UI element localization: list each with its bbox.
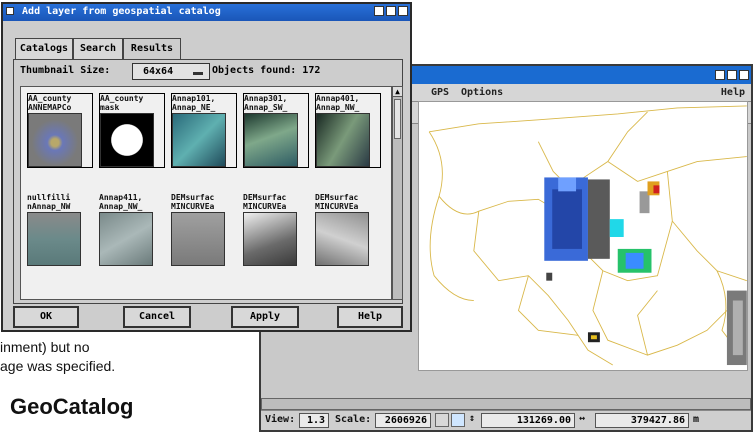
unit-label: m	[693, 414, 700, 425]
ok-button[interactable]: OK	[13, 306, 79, 328]
thumbnail-item[interactable]: DEMsurfac MINCURVEa	[315, 193, 381, 266]
thumbnail-image	[243, 212, 297, 266]
thumbnail-image	[28, 113, 82, 167]
thumbnail-caption-line1: DEMsurfac	[171, 193, 215, 202]
thumbnail-item[interactable]: DEMsurfac MINCURVEa	[243, 193, 309, 266]
y-coordinate-field[interactable]: 379427.86	[595, 413, 689, 428]
close-icon[interactable]	[398, 6, 408, 16]
thumbnail-caption-line2: Annap_NE_	[172, 103, 216, 112]
thumbnail-caption-line1: DEMsurfac	[315, 193, 359, 202]
dropdown-icon	[193, 72, 203, 75]
thumbnail-caption-line1: Annap101,	[172, 94, 216, 103]
objects-found-label: Objects found: 172	[212, 65, 321, 76]
close-icon[interactable]	[739, 70, 749, 80]
thumbnail-caption-line1: DEMsurfac	[243, 193, 287, 202]
thumbnail-caption-line1: nullfilli	[27, 193, 71, 202]
thumbnail-size-select[interactable]: 64x64	[132, 63, 210, 80]
thumbnail-image	[172, 113, 226, 167]
thumbnail-caption-line1: AA_county	[100, 94, 144, 103]
tab-catalogs[interactable]: Catalogs	[15, 38, 73, 60]
menu-options[interactable]: Options	[461, 87, 503, 98]
x-coordinate-field[interactable]: 131269.00	[481, 413, 575, 428]
maximize-icon[interactable]	[727, 70, 737, 80]
thumbnail-caption-line2: MINCURVEa	[171, 202, 215, 211]
thumbnail-item[interactable]: Annap401, Annap_NW_	[315, 93, 381, 168]
thumbnail-item[interactable]: AA_county ANNEMAPCo	[27, 93, 93, 168]
dialog-titlebar[interactable]: Add layer from geospatial catalog	[3, 4, 410, 21]
vertical-arrows-icon: ↕	[469, 413, 476, 424]
apply-button[interactable]: Apply	[231, 306, 299, 328]
thumbnail-image	[100, 113, 154, 167]
thumbnail-caption-line2: Annap_SW_	[244, 103, 288, 112]
doc-text-line-1: inment) but no	[0, 339, 90, 355]
thumbnail-caption-line2: nAnnap_NW	[27, 202, 71, 211]
doc-heading: GeoCatalog	[10, 394, 134, 419]
thumbnail-caption-line2: Annap_NW_	[99, 202, 143, 211]
thumbnail-item[interactable]: Annap301, Annap_SW_	[243, 93, 309, 168]
tab-results[interactable]: Results	[123, 38, 181, 61]
horizontal-arrows-icon: ↔	[579, 413, 586, 424]
thumbnail-image	[171, 212, 225, 266]
map-status-bar: View: 1.3 Scale: 2606926 ↕ 131269.00 ↔ 3…	[261, 410, 751, 430]
thumbnail-grid: AA_county ANNEMAPCo AA_county mask Annap101,…	[20, 86, 392, 300]
minimize-icon[interactable]	[374, 6, 384, 16]
map-canvas[interactable]	[418, 101, 748, 371]
maximize-icon[interactable]	[386, 6, 396, 16]
doc-text-line-2: age was specified.	[0, 358, 116, 374]
help-button[interactable]: Help	[337, 306, 403, 328]
view-field[interactable]: 1.3	[299, 413, 329, 428]
tab-search[interactable]: Search	[73, 38, 123, 60]
scale-field[interactable]: 2606926	[375, 413, 431, 428]
thumbnail-item[interactable]: DEMsurfac MINCURVEa	[171, 193, 237, 266]
thumbnail-item[interactable]: Annap411, Annap_NW_	[99, 193, 165, 266]
dialog-title: Add layer from geospatial catalog	[22, 6, 221, 17]
view-label: View:	[265, 414, 296, 425]
scroll-thumb[interactable]	[394, 99, 401, 139]
thumbnail-image	[244, 113, 298, 167]
cancel-button[interactable]: Cancel	[123, 306, 191, 328]
thumbnail-caption-line2: MINCURVEa	[315, 202, 359, 211]
map-horizontal-scrollbar[interactable]	[261, 398, 751, 410]
results-panel: Thumbnail Size: 64x64 Objects found: 172…	[13, 59, 403, 304]
thumbnail-image	[99, 212, 153, 266]
thumbnail-image	[316, 113, 370, 167]
thumbnail-caption-line1: Annap301,	[244, 94, 288, 103]
thumbnail-caption-line2: ANNEMAPCo	[28, 103, 72, 112]
thumbnail-size-value: 64x64	[143, 66, 174, 77]
scale-label: Scale:	[335, 414, 372, 425]
crosshair-icon[interactable]	[451, 413, 465, 427]
thumbnail-caption-line1: Annap411,	[99, 193, 143, 202]
thumbnail-item[interactable]: Annap101, Annap_NE_	[171, 93, 237, 168]
thumbnail-caption-line2: MINCURVEa	[243, 202, 287, 211]
thumbnail-item[interactable]: AA_county mask	[99, 93, 165, 168]
thumbnail-caption-line2: mask	[100, 103, 120, 112]
thumbnail-item[interactable]: nullfilli nAnnap_NW	[27, 193, 93, 266]
scroll-up-icon[interactable]: ▲	[393, 87, 402, 97]
thumbnail-caption-line1: AA_county	[28, 94, 72, 103]
thumbnail-image	[27, 212, 81, 266]
thumbnail-caption-line2: Annap_NW_	[316, 103, 360, 112]
lock-scale-icon[interactable]	[435, 413, 449, 427]
thumbnail-size-label: Thumbnail Size:	[20, 65, 111, 76]
minimize-icon[interactable]	[715, 70, 725, 80]
add-layer-dialog: Add layer from geospatial catalog Catalo…	[1, 2, 412, 332]
thumbnail-image	[315, 212, 369, 266]
vertical-scrollbar[interactable]: ▲	[392, 86, 403, 300]
menu-help[interactable]: Help	[721, 87, 745, 98]
menu-gps[interactable]: GPS	[431, 87, 449, 98]
window-menu-icon[interactable]	[6, 7, 14, 15]
thumbnail-caption-line1: Annap401,	[316, 94, 360, 103]
